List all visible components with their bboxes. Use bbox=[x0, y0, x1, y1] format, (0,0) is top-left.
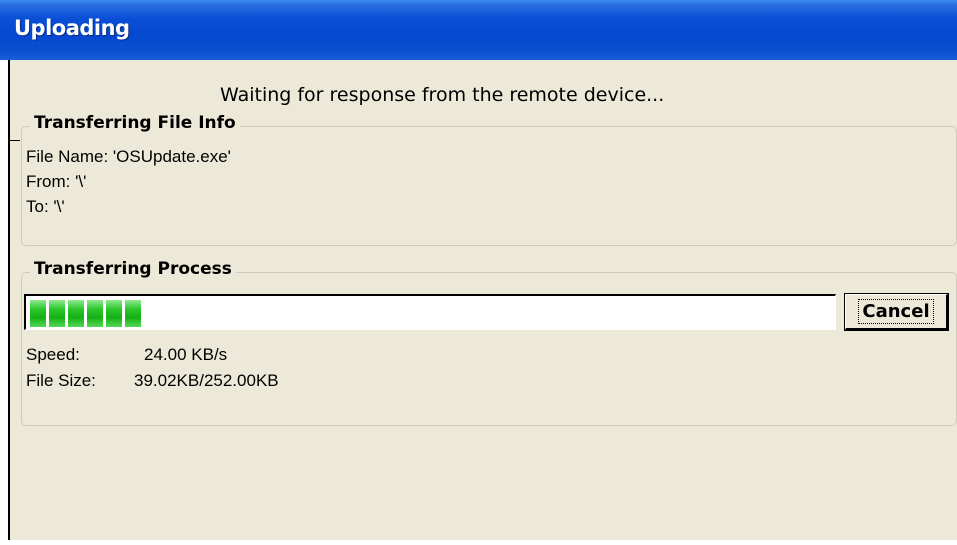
progress-chunk bbox=[49, 300, 65, 327]
speed-label: Speed: bbox=[26, 345, 80, 364]
progress-track bbox=[30, 300, 834, 327]
file-info-group: Transferring File Info File Name: 'OSUpd… bbox=[21, 113, 957, 246]
progress-chunk bbox=[68, 300, 84, 327]
progress-chunk bbox=[106, 300, 122, 327]
to-path-text: To: '\' bbox=[26, 197, 65, 216]
file-info-legend: Transferring File Info bbox=[30, 113, 240, 133]
file-size-row: File Size: 39.02KB/252.00KB bbox=[26, 371, 279, 391]
cancel-button[interactable]: Cancel bbox=[844, 293, 949, 331]
upload-progress-bar bbox=[24, 294, 836, 330]
progress-fill bbox=[30, 300, 141, 327]
window-title: Uploading bbox=[14, 16, 130, 40]
status-message: Waiting for response from the remote dev… bbox=[220, 84, 665, 106]
title-bar[interactable]: Uploading bbox=[0, 0, 957, 60]
transfer-process-legend: Transferring Process bbox=[30, 259, 236, 279]
file-size-label: File Size: bbox=[26, 371, 96, 390]
progress-chunk bbox=[87, 300, 103, 327]
file-name-text: File Name: 'OSUpdate.exe' bbox=[26, 147, 231, 166]
speed-value: 24.00 KB/s bbox=[144, 345, 228, 364]
speed-row: Speed: 24.00 KB/s bbox=[26, 345, 227, 365]
edge-tick bbox=[8, 140, 20, 141]
progress-chunk bbox=[125, 300, 141, 327]
bottom-edge bbox=[0, 540, 957, 545]
cancel-button-label: Cancel bbox=[858, 299, 934, 324]
file-size-value: 39.02KB/252.00KB bbox=[134, 371, 279, 390]
progress-chunk bbox=[30, 300, 46, 327]
from-path-text: From: '\' bbox=[26, 172, 87, 191]
